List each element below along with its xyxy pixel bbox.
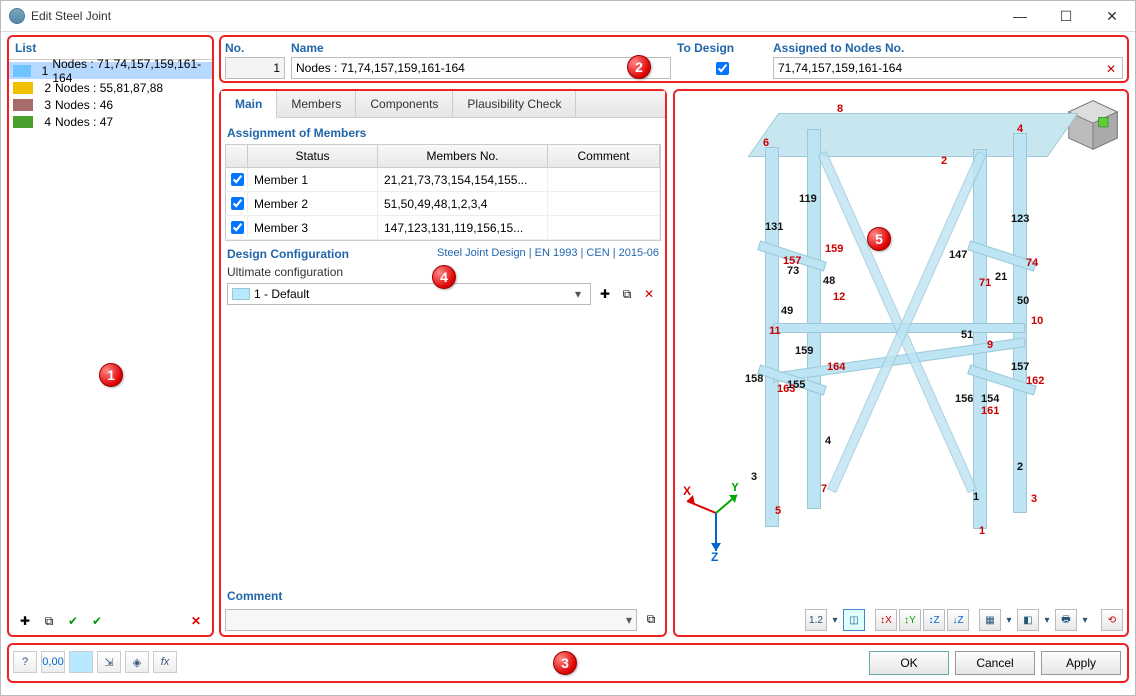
view-icon[interactable]: ◈	[125, 651, 149, 673]
pick-icon[interactable]: ⇲	[97, 651, 121, 673]
tab-plausibility[interactable]: Plausibility Check	[453, 91, 576, 117]
comment-title: Comment	[225, 581, 661, 607]
badge-5: 5	[867, 227, 891, 251]
svg-text:Z: Z	[711, 550, 718, 563]
no-value: 1	[225, 57, 285, 79]
tabs: Main Members Components Plausibility Che…	[221, 91, 665, 118]
comment-copy-icon[interactable]: ⧉	[641, 609, 661, 629]
apply-button[interactable]: Apply	[1041, 651, 1121, 675]
color-swatch	[13, 116, 33, 128]
config-swatch	[232, 288, 250, 300]
display-mode-icon[interactable]: ▦	[979, 609, 1001, 631]
chevron-down-icon[interactable]: ▾	[1003, 609, 1015, 631]
name-label: Name	[291, 39, 671, 57]
close-button[interactable]: ✕	[1089, 1, 1135, 31]
view-y-icon[interactable]: ↕Y	[899, 609, 921, 631]
tab-components[interactable]: Components	[356, 91, 453, 117]
list-item[interactable]: 4 Nodes : 47	[9, 113, 212, 130]
svg-text:X: X	[683, 484, 691, 498]
table-row[interactable]: Member 2 51,50,49,48,1,2,3,4	[226, 192, 660, 216]
header-panel: No. 1 Name Nodes : 71,74,157,159,161-164…	[219, 35, 1129, 83]
col-status: Status	[248, 145, 378, 167]
config-dropdown[interactable]: 1 - Default ▾	[227, 283, 591, 305]
units-icon[interactable]: 0,00	[41, 651, 65, 673]
design-subtitle: Steel Joint Design | EN 1993 | CEN | 201…	[437, 247, 659, 261]
list-toolbar: ✚ ⧉ ✔ ✔ ✕	[11, 609, 210, 633]
row-checkbox[interactable]	[231, 221, 244, 234]
viewer-panel: 8 6 4 2 159 157 74 71 12 10 11 9 164 162…	[673, 89, 1129, 637]
clear-nodes-icon[interactable]: ✕	[1102, 60, 1120, 78]
new-item-icon[interactable]: ✚	[15, 611, 35, 631]
list-item[interactable]: 1 Nodes : 71,74,157,159,161-164	[9, 62, 212, 79]
view-cube-icon[interactable]	[1065, 97, 1121, 153]
comment-input[interactable]: ▾	[225, 609, 637, 631]
app-icon	[9, 8, 25, 24]
row-checkbox[interactable]	[231, 173, 244, 186]
show-model-icon[interactable]: ◫	[843, 609, 865, 631]
badge-2: 2	[627, 55, 651, 79]
cancel-button[interactable]: Cancel	[955, 651, 1035, 675]
tab-main[interactable]: Main	[221, 91, 277, 118]
copy-item-icon[interactable]: ⧉	[39, 611, 59, 631]
main-panel: Main Members Components Plausibility Che…	[219, 89, 667, 637]
nodes-label: Assigned to Nodes No.	[773, 39, 1123, 57]
function-icon[interactable]: fx	[153, 651, 177, 673]
badge-4: 4	[432, 265, 456, 289]
todesign-checkbox[interactable]	[716, 62, 729, 75]
no-label: No.	[225, 39, 285, 57]
col-comment: Comment	[548, 145, 660, 167]
col-members: Members No.	[378, 145, 548, 167]
design-title: Design Configuration	[227, 247, 349, 261]
color-swatch	[13, 82, 33, 94]
row-checkbox[interactable]	[231, 197, 244, 210]
chevron-down-icon[interactable]: ▾	[829, 609, 841, 631]
name-input[interactable]: Nodes : 71,74,157,159,161-164	[291, 57, 671, 79]
render-mode-icon[interactable]: ◧	[1017, 609, 1039, 631]
members-table: Status Members No. Comment Member 1 21,2…	[225, 144, 661, 241]
minimize-button[interactable]: —	[997, 1, 1043, 31]
badge-1: 1	[99, 363, 123, 387]
ok-button[interactable]: OK	[869, 651, 949, 675]
window-title: Edit Steel Joint	[31, 9, 997, 23]
view-minus-z-icon[interactable]: ↓Z	[947, 609, 969, 631]
tab-members[interactable]: Members	[277, 91, 356, 117]
help-icon[interactable]: ?	[13, 651, 37, 673]
view-x-icon[interactable]: ↕X	[875, 609, 897, 631]
assignment-title: Assignment of Members	[221, 118, 665, 144]
chevron-down-icon[interactable]: ▾	[570, 287, 586, 301]
chevron-down-icon[interactable]: ▾	[1079, 609, 1091, 631]
viewer-canvas[interactable]: 8 6 4 2 159 157 74 71 12 10 11 9 164 162…	[677, 93, 1125, 603]
delete-config-icon[interactable]: ✕	[639, 284, 659, 304]
viewer-toolbar: 1.2 ▾ ◫ ↕X ↕Y ↕Z ↓Z ▦ ▾ ◧ ▾ 🖶 ▾ ⟲	[805, 607, 1123, 633]
check-all-icon[interactable]: ✔	[63, 611, 83, 631]
color-swatch	[13, 99, 33, 111]
view-z-icon[interactable]: ↕Z	[923, 609, 945, 631]
maximize-button[interactable]: ☐	[1043, 1, 1089, 31]
color-swatch	[13, 65, 31, 77]
svg-text:Y: Y	[731, 483, 739, 494]
print-icon[interactable]: 🖶	[1055, 609, 1077, 631]
badge-3: 3	[553, 651, 577, 675]
nodes-input[interactable]: 71,74,157,159,161-164 ✕	[773, 57, 1123, 79]
axis-gizmo: X Y Z	[681, 483, 751, 563]
numbering-icon[interactable]: 1.2	[805, 609, 827, 631]
list-panel: List 1 Nodes : 71,74,157,159,161-164 2 N…	[7, 35, 214, 637]
table-row[interactable]: Member 3 147,123,131,119,156,15...	[226, 216, 660, 240]
new-config-icon[interactable]: ✚	[595, 284, 615, 304]
delete-item-icon[interactable]: ✕	[186, 611, 206, 631]
todesign-label: To Design	[677, 39, 767, 57]
list-body: 1 Nodes : 71,74,157,159,161-164 2 Nodes …	[9, 60, 212, 132]
titlebar: Edit Steel Joint — ☐ ✕	[1, 1, 1135, 32]
chevron-down-icon[interactable]: ▾	[1041, 609, 1053, 631]
reset-view-icon[interactable]: ⟲	[1101, 609, 1123, 631]
edit-config-icon[interactable]: ⧉	[617, 284, 637, 304]
table-row[interactable]: Member 1 21,21,73,73,154,154,155...	[226, 168, 660, 192]
color-icon[interactable]	[69, 651, 93, 673]
list-item[interactable]: 3 Nodes : 46	[9, 96, 212, 113]
uncheck-all-icon[interactable]: ✔	[87, 611, 107, 631]
